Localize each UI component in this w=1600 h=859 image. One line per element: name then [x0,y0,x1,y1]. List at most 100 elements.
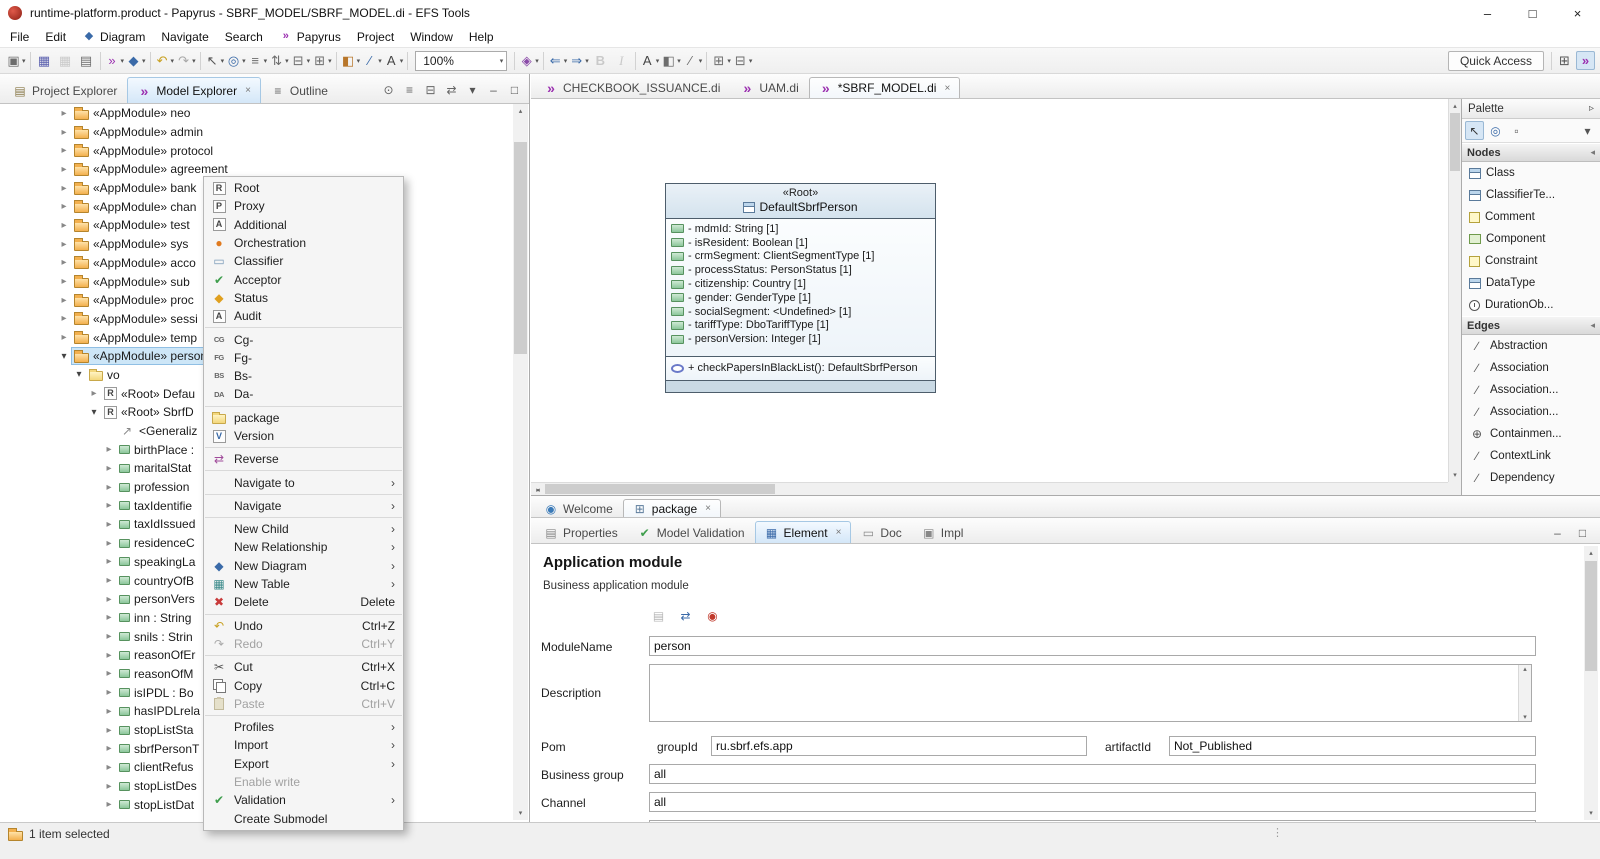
palette-item-containmen[interactable]: ⊕ Containmen... [1462,423,1600,445]
arrow-left-button[interactable]: ⇐ ▾ [547,50,569,72]
chevron-collapsed-icon[interactable]: ▸ [56,164,72,175]
palette-item-constraint[interactable]: Constraint [1462,250,1600,272]
palette-section-nodes[interactable]: Nodes ◂ [1462,143,1600,162]
context-menu-item-undo[interactable]: ↶ Undo Ctrl+Z [204,617,403,635]
tab-impl[interactable]: ▣ Impl [912,521,974,543]
show-doc-button[interactable]: ▤ [649,606,668,625]
tab-sbrf-model-di[interactable]: » *SBRF_MODEL.di × [808,77,961,98]
tab-uam-di[interactable]: » UAM.di [730,77,808,98]
palette-item-association[interactable]: ∕ Association... [1462,379,1600,401]
palette-item-component[interactable]: Component [1462,228,1600,250]
uml-class-node[interactable]: «Root» DefaultSbrfPerson - mdmId: String… [665,183,936,393]
sort-button[interactable]: ≡ [400,80,419,99]
scroll-down-icon[interactable]: ▾ [1449,468,1461,482]
chevron-expanded-icon[interactable]: ▾ [56,351,72,362]
tree-item-appmodule-neo[interactable]: ▸ «AppModule» neo [0,104,512,123]
focus-button[interactable]: ⊙ [379,80,398,99]
chevron-collapsed-icon[interactable]: ▸ [101,668,117,679]
canvas-horizontal-scrollbar[interactable]: ◂ ▸ [531,482,1448,495]
context-menu-item-new-child[interactable]: New Child › [204,520,403,538]
menu-edit[interactable]: Edit [37,26,74,47]
context-menu-item-version[interactable]: V Version [204,427,403,445]
new-diagram-button[interactable]: ◆ ▾ [125,50,147,72]
maximize-window-button[interactable]: □ [1510,0,1555,26]
open-perspective-button[interactable]: ⊞ [1555,51,1574,70]
context-menu-item-new-table[interactable]: ▦ New Table › [204,575,403,593]
class-attribute[interactable]: - citizenship: Country [1] [666,277,935,291]
context-menu-item-bs[interactable]: BS Bs- [204,367,403,385]
class-operation[interactable]: + checkPapersInBlackList(): DefaultSbrfP… [666,361,935,375]
class-attribute[interactable]: - personVersion: Integer [1] [666,332,935,346]
zoom-tool-button[interactable]: ◎ [1486,121,1505,140]
context-menu-item-package[interactable]: package [204,409,403,427]
close-icon[interactable]: × [245,85,251,96]
new-papyrus-model-button[interactable]: » ▾ [104,50,126,72]
tab-project-explorer[interactable]: ▤ Project Explorer [3,77,127,103]
chevron-collapsed-icon[interactable]: ▸ [56,295,72,306]
scroll-up-icon[interactable]: ▴ [1584,546,1598,560]
context-menu-item-additional[interactable]: A Additional [204,216,403,234]
chevron-collapsed-icon[interactable]: ▸ [56,239,72,250]
tab-welcome[interactable]: ◉ Welcome [534,499,623,517]
chevron-collapsed-icon[interactable]: ▸ [56,108,72,119]
context-menu-item-create-submodel[interactable]: Create Submodel [204,810,403,828]
print-button[interactable]: ▤ [76,50,97,72]
chevron-collapsed-icon[interactable]: ▸ [56,201,72,212]
fill-color-button[interactable]: ◧ ▾ [340,50,362,72]
palette-item-classifierte[interactable]: ClassifierTe... [1462,184,1600,206]
zoom-combo[interactable]: 100% ▾ [415,50,508,71]
context-menu-item-new-diagram[interactable]: ◆ New Diagram › [204,557,403,575]
group-id-input[interactable] [711,736,1087,756]
menu-papyrus[interactable]: » Papyrus [271,26,349,47]
chevron-collapsed-icon[interactable]: ▸ [101,575,117,586]
class-attribute[interactable]: - tariffType: DboTariffType [1] [666,319,935,333]
chevron-collapsed-icon[interactable]: ▸ [86,388,102,399]
line-style-button[interactable]: ∕ ▾ [682,50,704,72]
scrollbar-thumb[interactable] [514,142,527,354]
artifact-id-input[interactable] [1169,736,1536,756]
diagram-canvas[interactable]: «Root» DefaultSbrfPerson - mdmId: String… [531,99,1461,495]
chevron-collapsed-icon[interactable]: ▸ [56,145,72,156]
chevron-collapsed-icon[interactable]: ▸ [101,482,117,493]
chevron-collapsed-icon[interactable]: ▸ [101,444,117,455]
menu-diagram[interactable]: ◆ Diagram [74,26,153,47]
canvas-vertical-scrollbar[interactable]: ▴ ▾ [1448,99,1461,482]
compartments-button[interactable]: ⊞ ▾ [710,50,732,72]
maximize-button[interactable]: □ [1573,523,1592,542]
tab-checkbook-issuance-di[interactable]: » CHECKBOOK_ISSUANCE.di [534,77,730,98]
chevron-collapsed-icon[interactable]: ▸ [56,127,72,138]
context-menu-item-classifier[interactable]: ▭ Classifier [204,252,403,270]
context-menu-item-delete[interactable]: ✖ Delete Delete [204,593,403,611]
chevron-collapsed-icon[interactable]: ▸ [101,687,117,698]
channel-input[interactable] [649,792,1536,812]
palette-item-association[interactable]: ∕ Association... [1462,401,1600,423]
context-menu-item-navigate-to[interactable]: Navigate to › [204,473,403,491]
minimize-window-button[interactable]: – [1465,0,1510,26]
context-menu-item-cut[interactable]: ✂ Cut Ctrl+X [204,658,403,676]
view-menu-button[interactable]: ▾ [463,80,482,99]
context-menu-item-status[interactable]: ◆ Status [204,289,403,307]
order-button[interactable]: ⊟ ▾ [290,50,312,72]
chevron-collapsed-icon[interactable]: ▸ [101,500,117,511]
chevron-collapsed-icon[interactable]: ▸ [101,631,117,642]
scroll-down-icon[interactable]: ▾ [1584,806,1598,820]
font-color-button[interactable]: A ▾ [639,50,661,72]
palette-header[interactable]: Palette ▹ [1462,99,1600,119]
palette-item-contextlink[interactable]: ∕ ContextLink [1462,445,1600,467]
marquee-tool-button[interactable]: ▫ [1507,121,1526,140]
description-input[interactable] [649,664,1532,722]
zoom-button[interactable]: ◎ ▾ [225,50,247,72]
palette-item-comment[interactable]: Comment [1462,206,1600,228]
line-color-button[interactable]: ∕ ▾ [361,50,383,72]
scroll-up-icon[interactable]: ▴ [513,104,528,118]
statusbar-grip[interactable]: ⋮ [1272,826,1283,839]
chevron-expanded-icon[interactable]: ▾ [86,407,102,418]
chevron-collapsed-icon[interactable]: ▸ [101,519,117,530]
close-icon[interactable]: × [705,503,711,514]
menu-help[interactable]: Help [461,26,502,47]
context-menu-item-fg[interactable]: FG Fg- [204,349,403,367]
select-tool-button[interactable]: ↖ [1465,121,1484,140]
context-menu-item-navigate[interactable]: Navigate › [204,497,403,515]
select-button[interactable]: ↖ ▾ [204,50,226,72]
tab-outline[interactable]: ≡ Outline [261,77,338,103]
